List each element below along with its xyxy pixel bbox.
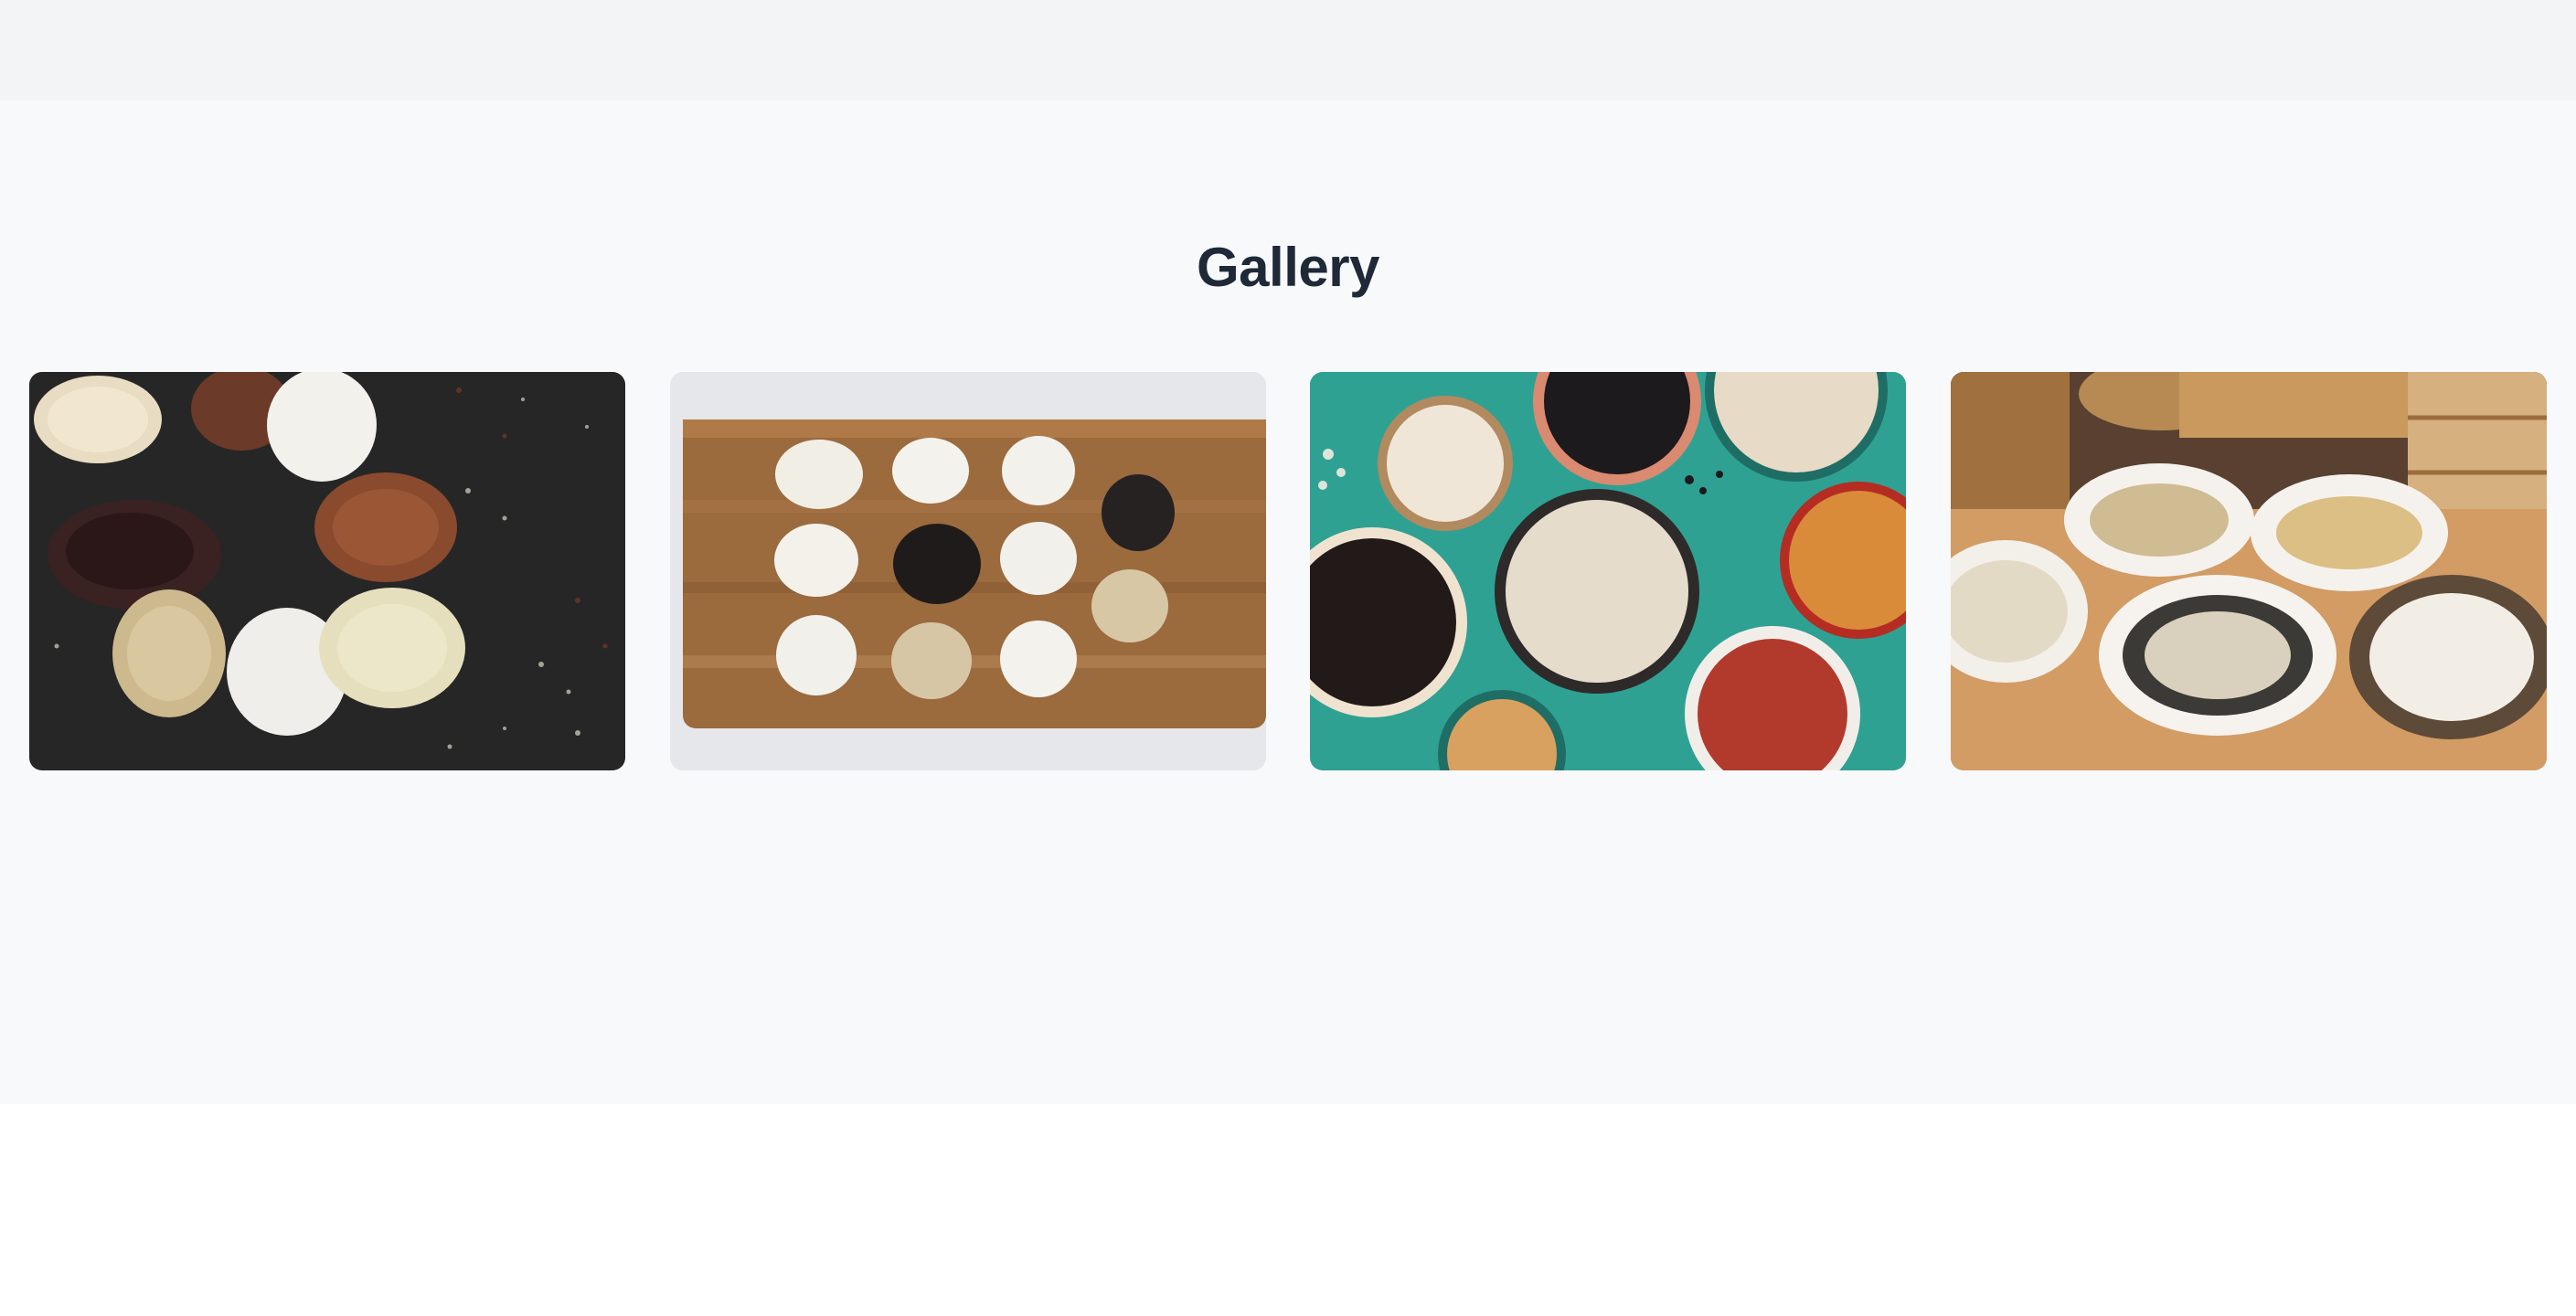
gallery-image-rice-dark[interactable] [29,372,625,770]
grains-teal-photo [1310,372,1906,770]
gallery-title: Gallery [1197,237,1379,298]
gallery-image-grains-wood[interactable] [1951,372,2547,770]
rice-dark-photo [29,372,625,770]
rice-board-photo [670,372,1266,770]
grains-wood-photo [1951,372,2547,770]
top-header-bar [0,0,2576,101]
gallery-image-grains-teal[interactable] [1310,372,1906,770]
gallery-image-rice-cutting-board[interactable] [670,372,1266,770]
gallery-grid [29,372,2547,770]
